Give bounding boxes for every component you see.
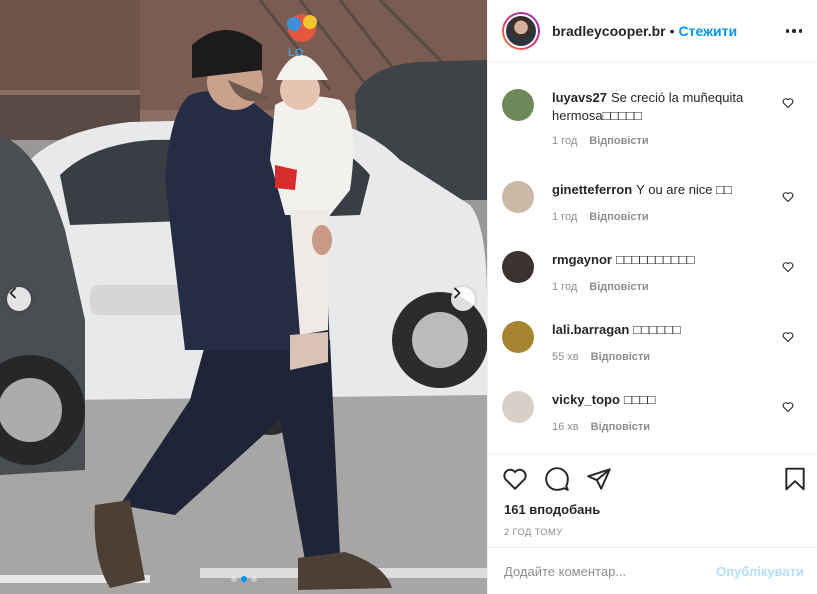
heart-icon[interactable] [782,97,794,109]
bookmark-icon[interactable] [782,466,808,492]
post-side-panel: bradleycooper.br • Стежити luyavs27 Se cr… [487,0,817,594]
comment-time[interactable]: 1 год [552,281,577,293]
header-separator: • [669,22,675,39]
carousel-indicator [0,576,487,582]
comment-username[interactable]: rmgaynor [552,252,612,267]
comment-username[interactable]: luyavs27 [552,90,607,105]
comment-reply-button[interactable]: Відповісти [591,421,650,433]
comment-text: □□□□ [623,392,656,407]
follow-button[interactable]: Стежити [679,23,738,39]
post-header: bradleycooper.br • Стежити [488,0,817,62]
commenter-avatar[interactable] [502,181,534,213]
commenter-avatar[interactable] [502,251,534,283]
comment-item: rmgaynor □□□□□□□□□□ 1 год Відповісти [488,227,817,297]
heart-icon[interactable] [782,401,794,413]
comments-list: luyavs27 Se creció la muñequita hermosa□□… [488,63,817,453]
share-icon[interactable] [586,466,612,492]
photo-illustration: LO [0,0,487,594]
chevron-right-icon [454,287,461,299]
carousel-dot [240,576,247,582]
comment-username[interactable]: lali.barragan [552,322,629,337]
comment-text: □□□□□□□□□□ [615,252,695,267]
comment-input[interactable] [504,563,717,579]
commenter-avatar[interactable] [502,321,534,353]
author-avatar-image [506,15,536,46]
svg-text:LO: LO [288,47,304,59]
comment-item: luyavs27 Se creció la muñequita hermosa□□… [488,63,817,157]
comment-time[interactable]: 1 год [552,135,577,147]
carousel-next-button[interactable] [451,287,475,311]
more-options-button[interactable] [782,20,806,42]
comment-time[interactable]: 1 год [552,211,577,223]
comment-text: Y ou are nice □□ [636,182,732,197]
heart-icon[interactable] [782,331,794,343]
comment-time[interactable]: 55 хв [552,351,579,363]
comment-reply-button[interactable]: Відповісти [589,135,648,147]
author-avatar[interactable] [502,11,540,50]
more-horizontal-icon [785,29,790,33]
commenter-avatar[interactable] [502,391,534,423]
post-photo[interactable]: LO [0,0,487,594]
carousel-dot [250,576,257,582]
heart-icon[interactable] [782,191,794,203]
comment-item: lali.barragan □□□□□□ 55 хв Відповісти [488,297,817,367]
heart-icon[interactable] [502,466,528,492]
comment-reply-button[interactable]: Відповісти [591,351,650,363]
carousel-dot [230,576,237,582]
comment-composer: Опублікувати [488,547,817,594]
comment-item: ginetteferron Y ou are nice □□ 1 год Відпо… [488,157,817,227]
comment-text: □□□□□□ [633,322,681,337]
comment-time[interactable]: 16 хв [552,421,579,433]
comment-icon[interactable] [544,466,570,492]
comment-reply-button[interactable]: Відповісти [589,281,648,293]
author-username[interactable]: bradleycooper.br [552,23,666,39]
chevron-left-icon [9,287,16,299]
likes-count[interactable]: 161 вподобань [504,502,600,517]
post-comment-button[interactable]: Опублікувати [716,564,804,579]
post-actions: 161 вподобань 2 ГОД ТОМУ [488,453,817,547]
comment-username[interactable]: vicky_topo [552,392,620,407]
heart-icon[interactable] [782,261,794,273]
commenter-avatar[interactable] [502,89,534,121]
comment-username[interactable]: ginetteferron [552,182,632,197]
post-timestamp[interactable]: 2 ГОД ТОМУ [504,527,563,538]
comment-reply-button[interactable]: Відповісти [589,211,648,223]
comment-item: vicky_topo □□□□ 16 хв Відповісти [488,367,817,437]
carousel-prev-button[interactable] [7,287,31,311]
